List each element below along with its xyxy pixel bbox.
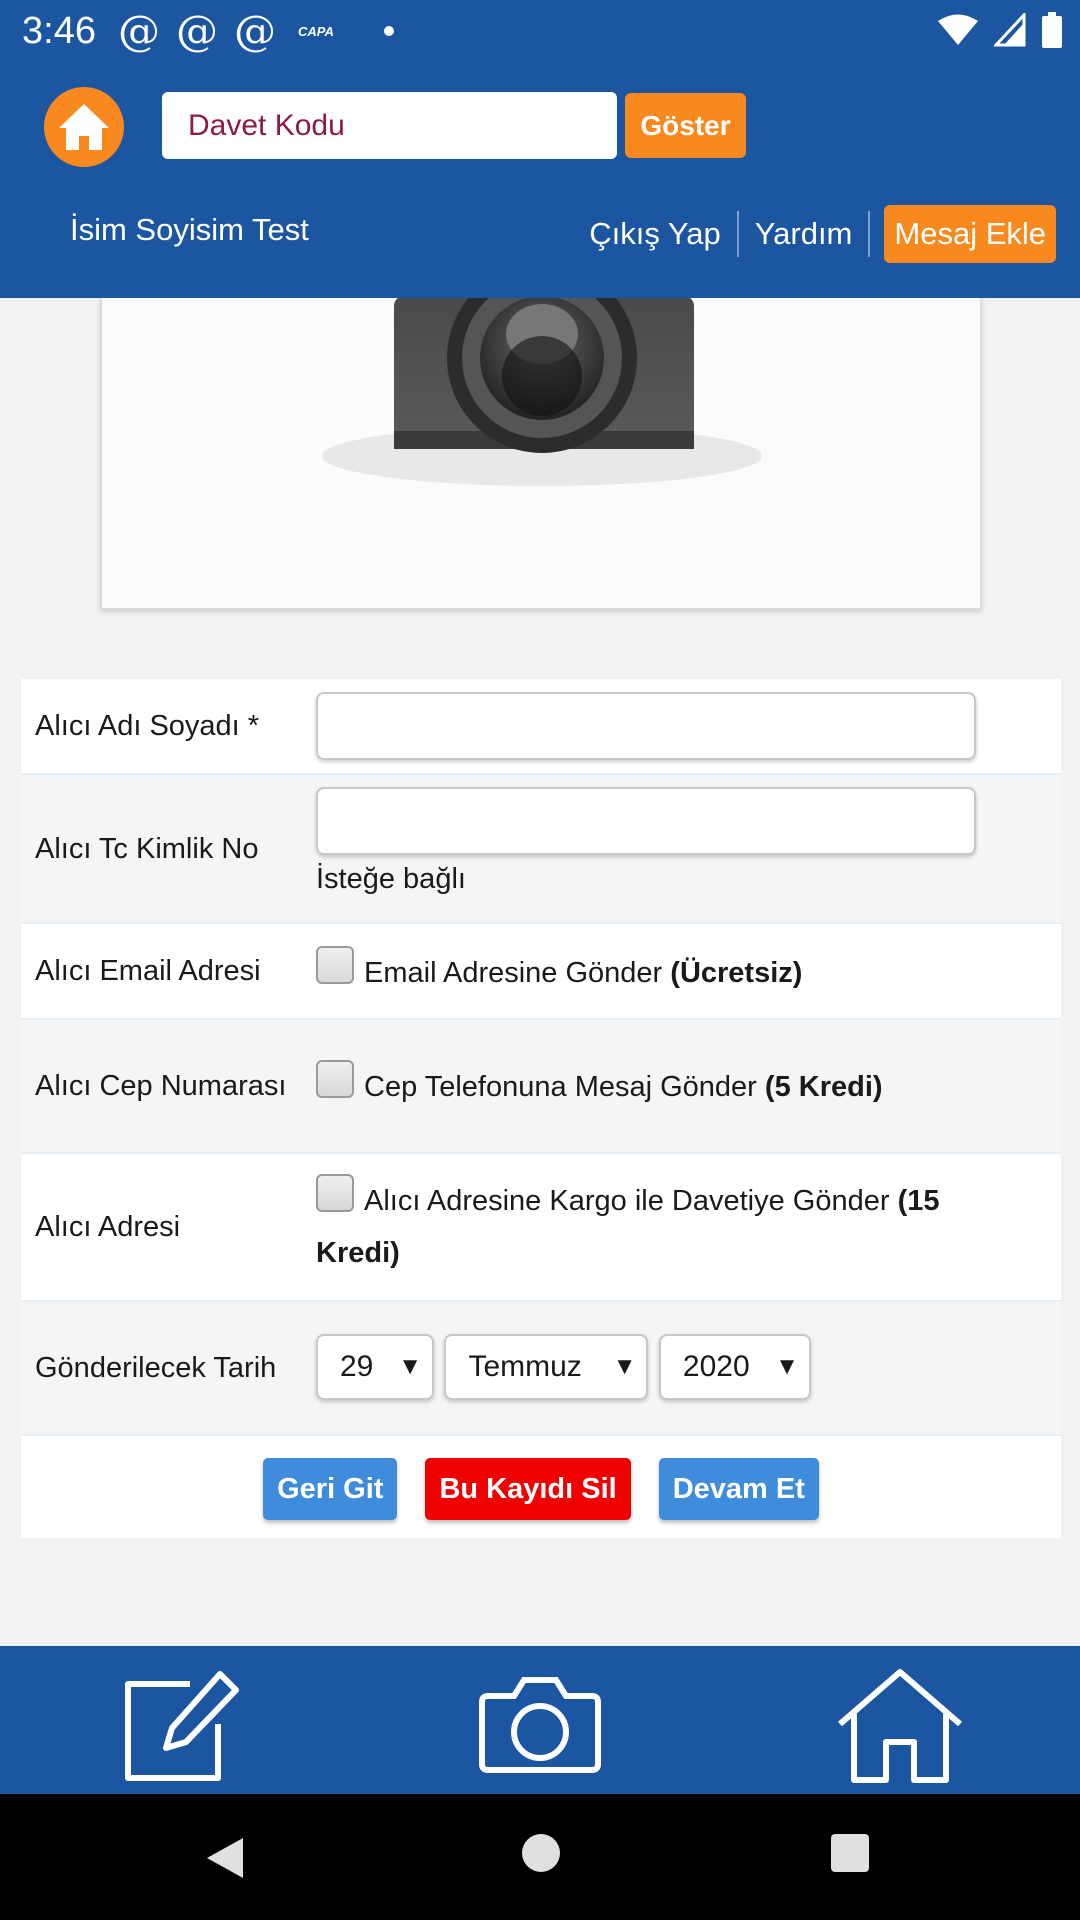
- address-value: Alıcı Adresine Kargo ile Davetiye Gönder…: [316, 1154, 1061, 1300]
- form-actions: Geri Git Bu Kayıdı Sil Devam Et: [21, 1436, 1061, 1538]
- header-nav: Çıkış Yap Yardım Mesaj Ekle: [573, 205, 1056, 263]
- bottom-nav: [0, 1646, 1080, 1794]
- phone-row: Alıcı Cep Numarası Cep Telefonuna Mesaj …: [21, 1020, 1061, 1154]
- year-value: 2020: [682, 1350, 750, 1383]
- phone-value: Cep Telefonuna Mesaj Gönder (5 Kredi): [316, 1020, 1061, 1152]
- invite-code-input[interactable]: [162, 92, 617, 159]
- edit-icon[interactable]: [120, 1668, 242, 1786]
- month-select[interactable]: Temmuz ▼: [444, 1334, 649, 1400]
- recipient-name-row: Alıcı Adı Soyadı *: [21, 679, 1061, 775]
- phone-option-label: Cep Telefonuna Mesaj Gönder: [364, 1071, 757, 1103]
- email-checkbox[interactable]: [316, 946, 354, 984]
- status-time: 3:46: [22, 10, 96, 52]
- address-option: Alıcı Adresine Kargo ile Davetiye Gönder…: [316, 1174, 1031, 1279]
- camera-placeholder-icon: [322, 298, 762, 486]
- date-label: Gönderilecek Tarih: [35, 1352, 277, 1384]
- home-icon[interactable]: [836, 1668, 964, 1784]
- camera-icon[interactable]: [476, 1668, 604, 1778]
- email-row: Alıcı Email Adresi Email Adresine Gönder…: [21, 924, 1061, 1020]
- home-icon: [59, 104, 109, 150]
- year-select[interactable]: 2020 ▼: [658, 1334, 811, 1400]
- address-row: Alıcı Adresi Alıcı Adresine Kargo ile Da…: [21, 1154, 1061, 1302]
- logout-link[interactable]: Çıkış Yap: [573, 216, 737, 252]
- email-option-note: (Ücretsiz): [670, 957, 803, 989]
- chevron-down-icon: ▼: [612, 1353, 637, 1380]
- system-navigation-bar: [0, 1794, 1080, 1920]
- recipient-tc-row: Alıcı Tc Kimlik No İsteğe bağlı: [21, 775, 1061, 924]
- capa-notification-icon: CAPA: [298, 23, 334, 39]
- recipient-tc-label: Alıcı Tc Kimlik No: [35, 832, 259, 865]
- date-value: 29 ▼ Temmuz ▼ 2020 ▼: [316, 1302, 1061, 1434]
- status-indicators: [938, 12, 1062, 48]
- at-notification-icon: @: [234, 6, 276, 55]
- status-bar: 3:46 @ @ @ CAPA: [0, 0, 1080, 62]
- chevron-down-icon: ▼: [398, 1353, 422, 1380]
- main-content: Alıcı Adı Soyadı * Alıcı Tc Kimlik No İs…: [0, 298, 1080, 1646]
- at-notification-icon: @: [118, 6, 160, 55]
- day-select[interactable]: 29 ▼: [316, 1334, 434, 1400]
- address-option-label: Alıcı Adresine Kargo ile Davetiye Gönder: [364, 1185, 890, 1217]
- add-message-button[interactable]: Mesaj Ekle: [884, 205, 1056, 263]
- recipient-tc-input[interactable]: [316, 787, 976, 855]
- phone-option: Cep Telefonuna Mesaj Gönder (5 Kredi): [316, 1060, 1061, 1113]
- address-checkbox[interactable]: [316, 1174, 354, 1212]
- notification-icons: @ @ @ CAPA: [118, 8, 394, 54]
- email-label: Alıcı Email Adresi: [35, 955, 261, 987]
- recipient-name-input[interactable]: [316, 692, 976, 760]
- date-row: Gönderilecek Tarih 29 ▼ Temmuz ▼ 2020 ▼: [21, 1302, 1061, 1436]
- photo-upload-area[interactable]: [100, 298, 982, 610]
- email-option-label: Email Adresine Gönder: [364, 957, 663, 989]
- recipient-name-label: Alıcı Adı Soyadı *: [35, 710, 260, 742]
- recent-apps-icon[interactable]: [831, 1834, 869, 1872]
- system-home-icon[interactable]: [522, 1834, 560, 1872]
- more-notifications-dot-icon: [383, 26, 394, 36]
- delete-record-button[interactable]: Bu Kayıdı Sil: [425, 1458, 631, 1520]
- at-notification-icon: @: [176, 6, 218, 55]
- back-icon[interactable]: [205, 1836, 245, 1880]
- email-value: Email Adresine Gönder (Ücretsiz): [316, 924, 1061, 1018]
- back-button[interactable]: Geri Git: [263, 1458, 398, 1520]
- day-value: 29: [340, 1350, 374, 1383]
- battery-icon: [1042, 12, 1062, 48]
- help-link[interactable]: Yardım: [739, 216, 869, 252]
- nav-divider: [868, 211, 871, 257]
- recipient-name-value: [316, 679, 1061, 773]
- address-label: Alıcı Adresi: [35, 1211, 181, 1243]
- signal-icon: [994, 13, 1026, 47]
- phone-label: Alıcı Cep Numarası: [35, 1070, 287, 1102]
- chevron-down-icon: ▼: [775, 1353, 799, 1380]
- phone-option-note: (5 Kredi): [764, 1071, 883, 1103]
- optional-hint: İsteğe bağlı: [316, 863, 466, 895]
- email-option: Email Adresine Gönder (Ücretsiz): [316, 946, 1061, 999]
- wifi-icon: [938, 14, 978, 45]
- phone-checkbox[interactable]: [316, 1060, 354, 1098]
- show-button[interactable]: Göster: [625, 93, 746, 158]
- user-name: İsim Soyisim Test: [70, 212, 309, 247]
- continue-button[interactable]: Devam Et: [658, 1458, 819, 1520]
- recipient-tc-value: İsteğe bağlı: [316, 775, 1061, 922]
- month-value: Temmuz: [468, 1350, 582, 1383]
- recipient-form: Alıcı Adı Soyadı * Alıcı Tc Kimlik No İs…: [21, 679, 1061, 1538]
- home-button[interactable]: [44, 87, 124, 167]
- app-header: Göster İsim Soyisim Test Çıkış Yap Yardı…: [0, 62, 1080, 298]
